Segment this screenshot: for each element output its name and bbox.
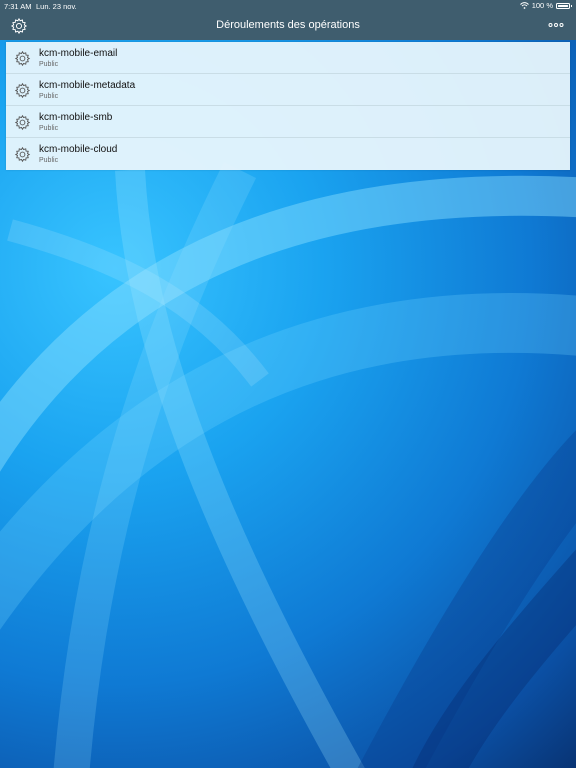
battery-percent: 100 % <box>531 1 553 10</box>
workflow-row[interactable]: kcm-mobile-metadata Public <box>6 74 570 106</box>
screen: 7:31 AM Lun. 23 nov. 100 % Déroulements … <box>0 0 576 768</box>
gear-icon <box>14 146 31 163</box>
status-bar: 7:31 AM Lun. 23 nov. 100 % <box>0 0 576 12</box>
workflow-name: kcm-mobile-cloud <box>39 144 118 155</box>
gear-icon <box>14 50 31 67</box>
status-time: 7:31 AM <box>4 2 32 11</box>
workflow-row[interactable]: kcm-mobile-smb Public <box>6 106 570 138</box>
gear-icon <box>14 114 31 131</box>
workflow-visibility: Public <box>39 157 59 164</box>
status-indicators: 100 % <box>519 1 572 10</box>
workflow-row[interactable]: kcm-mobile-cloud Public <box>6 138 570 170</box>
workflow-list: kcm-mobile-email Public kcm-mobile-metad… <box>6 42 570 170</box>
workflow-visibility: Public <box>39 93 59 100</box>
navigation-bar: 7:31 AM Lun. 23 nov. 100 % Déroulements … <box>0 0 576 40</box>
workflow-visibility: Public <box>39 61 59 68</box>
workflow-name: kcm-mobile-email <box>39 48 118 59</box>
status-date: Lun. 23 nov. <box>36 2 77 11</box>
wifi-icon <box>519 2 529 9</box>
workflow-name: kcm-mobile-metadata <box>39 80 136 91</box>
page-title: Déroulements des opérations <box>216 19 360 31</box>
gear-icon <box>14 82 31 99</box>
workflow-row[interactable]: kcm-mobile-email Public <box>6 42 570 74</box>
more-options-button[interactable] <box>548 20 564 30</box>
workflow-visibility: Public <box>39 125 59 132</box>
workflow-name: kcm-mobile-smb <box>39 112 113 123</box>
battery-icon <box>556 2 572 9</box>
